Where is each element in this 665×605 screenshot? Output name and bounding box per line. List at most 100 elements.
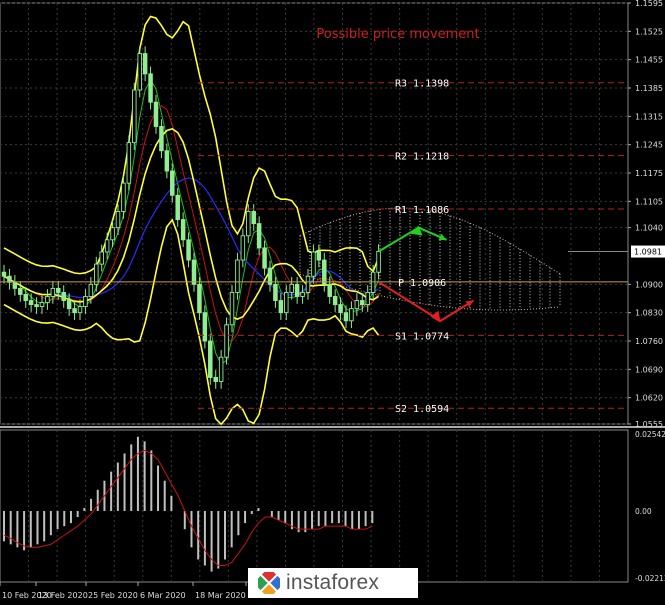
projection-arrows (378, 225, 475, 323)
candle-body (77, 306, 83, 314)
candle-body (121, 182, 126, 212)
candle-body (289, 283, 294, 293)
candle-body (1, 271, 7, 277)
candle-body (273, 283, 278, 301)
candle-body (72, 308, 77, 314)
y-tick-label: 1.0760 (635, 337, 663, 346)
x-tick-label: 25 Feb 2020 (88, 591, 138, 600)
price-chart: R3 1.1398 R2 1.1218 R1 1.1086 P 1.0906 S1 1.… (0, 0, 665, 600)
candle-body (218, 356, 224, 382)
x-tick-label: 6 Mar 2020 (140, 591, 186, 600)
logo-mark-svg (253, 567, 285, 599)
candle-body (262, 247, 267, 269)
y-tick-label: 1.1315 (635, 112, 663, 121)
candle-body (50, 287, 56, 297)
candle-body (284, 291, 289, 314)
price-axis: 1.1595 1.1525 1.1455 1.1385 1.1315 1.1245 1.11… (568, 0, 665, 429)
candle-body (305, 275, 311, 293)
candle-body (12, 281, 18, 289)
y-tick-label: 1.1175 (635, 169, 663, 178)
current-price-label: 1.0981 (634, 248, 662, 257)
candle-body (354, 300, 360, 310)
y-tick-label: 1.0620 (635, 394, 663, 403)
level-label-s1: S1 1.0774 (395, 331, 449, 342)
candle-body (153, 101, 159, 127)
level-label-s2: S2 1.0594 (395, 404, 449, 415)
candle-body (159, 126, 164, 152)
candle-body (94, 263, 99, 285)
candle-body (34, 304, 39, 308)
y-tick-label: 1.1595 (635, 0, 663, 8)
instaforex-logo-icon (253, 567, 285, 599)
candle-body (311, 251, 316, 277)
candle-body (300, 291, 305, 297)
candle-body (360, 300, 365, 306)
candle-body (170, 170, 175, 196)
candle-body (137, 53, 142, 91)
x-tick-label: 18 Mar 2020 (195, 591, 246, 600)
candle-body (251, 211, 256, 225)
y-tick-label: 1.0690 (635, 365, 663, 374)
candle-body (23, 294, 28, 301)
candle-body (365, 291, 370, 306)
y-tick-label: 1.1385 (635, 84, 663, 93)
y-tick-label: 1.0830 (635, 309, 663, 318)
time-axis: 10 Feb 202013 Feb 2020 25 Feb 2020 6 Mar 2… (0, 582, 273, 600)
logo-text: instaforex (286, 571, 380, 594)
candle-body (229, 291, 235, 326)
candle-body (322, 259, 327, 285)
candle-body (240, 235, 246, 261)
candle-body (45, 296, 50, 304)
candle-body (88, 283, 94, 297)
candle-body (224, 324, 229, 358)
candle-body (99, 251, 104, 265)
candle-body (327, 283, 332, 297)
macd-signal-line (3, 449, 373, 567)
candle-body (180, 219, 186, 241)
candle-body (142, 53, 148, 75)
candle-body (115, 211, 121, 229)
candle-body (83, 296, 88, 308)
level-label-r2: R2 1.1218 (395, 152, 449, 163)
candle-body (278, 300, 284, 314)
macd-tick-label: 0.00 (635, 507, 652, 516)
candle-body (376, 251, 381, 273)
candle-body (197, 283, 202, 314)
y-tick-label: 1.0555 (635, 420, 663, 429)
candle-body (132, 89, 137, 144)
chart-title: Possible price movement (316, 27, 479, 42)
y-tick-label: 1.1105 (635, 197, 663, 206)
candle-body (66, 300, 72, 310)
candle-body (186, 239, 191, 261)
candle-body (338, 304, 343, 314)
green-indicator-line (3, 78, 380, 366)
y-tick-label: 1.1245 (635, 141, 663, 150)
candle-body (28, 300, 34, 306)
candle-body (294, 283, 300, 297)
x-tick-label: 13 Feb 2020 (38, 591, 88, 600)
y-tick-label: 1.1040 (635, 224, 663, 233)
candle-body (235, 259, 240, 293)
candle-body (61, 291, 66, 301)
level-label-r3: R3 1.1398 (395, 79, 449, 90)
arrow-up-path (378, 226, 447, 253)
candle-body (256, 223, 262, 249)
macd-panel: 0.02542 0.00 -0.02212 (3, 430, 665, 583)
candle-body (208, 340, 213, 378)
instaforex-logo: instaforex (248, 567, 418, 599)
candle-body (18, 287, 23, 295)
candle-body (110, 227, 115, 241)
candle-body (332, 296, 338, 306)
candle-body (202, 312, 208, 342)
candle-body (349, 308, 354, 322)
y-tick-label: 1.0900 (635, 280, 663, 289)
macd-tick-label: -0.02212 (635, 574, 665, 583)
candle-body (164, 150, 170, 172)
candles (1, 46, 381, 389)
y-tick-label: 1.1455 (635, 56, 663, 65)
candle-body (7, 275, 12, 283)
candle-body (343, 312, 349, 322)
bollinger-bands (3, 15, 380, 426)
candle-body (148, 73, 153, 103)
candle-body (213, 376, 218, 382)
